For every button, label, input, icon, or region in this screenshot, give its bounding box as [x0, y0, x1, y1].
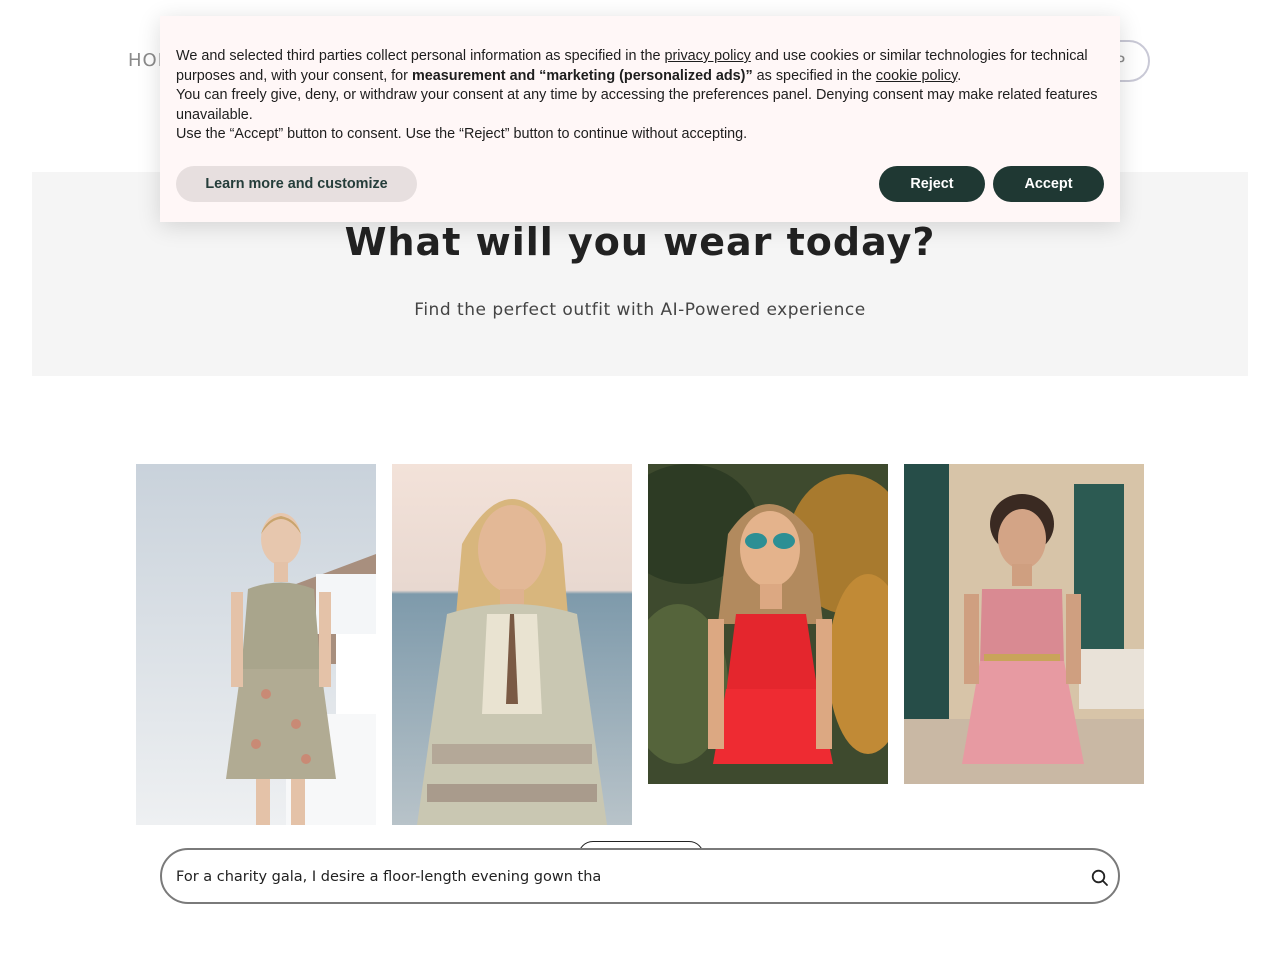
outfit-search-input[interactable]: [174, 862, 1058, 892]
cookie-text: .: [957, 67, 962, 84]
learn-more-customize-button[interactable]: Learn more and customize: [176, 166, 417, 202]
woman-boho-lace-kimono-image: [392, 464, 632, 825]
cookie-text: We and selected third parties collect pe…: [176, 48, 665, 64]
outfit-search-bar: [160, 848, 1120, 904]
woman-floral-slip-dress-image: [136, 464, 376, 825]
outfit-card-floral-dress[interactable]: [136, 464, 376, 825]
outfit-card-pink-dress[interactable]: [904, 464, 1144, 784]
cookie-text: as specified in the: [752, 67, 876, 84]
cookie-bold-purposes: measurement and “marketing (personalized…: [411, 67, 753, 84]
outfit-card-red-top[interactable]: [648, 464, 888, 784]
outfit-card-boho-kimono[interactable]: [392, 464, 632, 825]
privacy-policy-link[interactable]: privacy policy: [664, 48, 750, 64]
cookie-policy-link[interactable]: cookie policy: [876, 68, 957, 84]
cookie-consent-banner: We and selected third parties collect pe…: [160, 16, 1120, 222]
woman-red-tiered-top-image: [648, 464, 888, 784]
reject-button[interactable]: Reject: [879, 166, 985, 202]
search-icon[interactable]: [1090, 868, 1110, 888]
cookie-notice-paragraph-1: We and selected third parties collect pe…: [176, 47, 1104, 86]
woman-pink-wrap-dress-image: [904, 464, 1144, 784]
cookie-notice-paragraph-3: Use the “Accept” button to consent. Use …: [176, 126, 748, 142]
cookie-notice-paragraph-2: You can freely give, deny, or withdraw y…: [176, 87, 1098, 123]
hero-subtitle: Find the perfect outfit with AI-Powered …: [414, 300, 866, 320]
accept-button[interactable]: Accept: [993, 166, 1104, 202]
hero-title: What will you wear today?: [344, 220, 936, 264]
